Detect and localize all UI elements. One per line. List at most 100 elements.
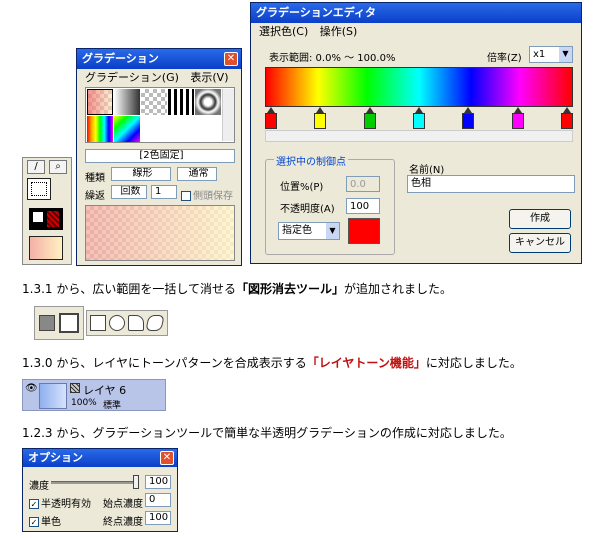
layer-name: レイヤ 6 [83,384,127,397]
gradation-window: グラデーション ✕ グラデーション(G) 表示(V) [2色固定] 種類 線形 … [76,48,242,266]
opacity-field[interactable]: 100 [346,198,380,214]
check-icon: ✓ [29,499,39,509]
horizontal-scrollbar[interactable] [265,130,573,142]
fixed-colors-field[interactable]: [2色固定] [85,149,235,163]
color-swatch-icon[interactable] [29,208,63,230]
layer-opacity: 100% [71,398,97,408]
preset-fade[interactable] [141,89,167,115]
preset-peach[interactable] [87,89,113,115]
color-stop-marker[interactable] [314,107,327,129]
color-stop-marker[interactable] [363,107,376,129]
end-density-field[interactable]: 100 [145,511,171,525]
option-window: オプション ✕ 濃度 100 ✓ 半透明有効 始点濃度 0 ✓ 単色 終点濃度 10… [22,448,178,532]
density-field[interactable]: 100 [145,475,171,489]
shape-buttons [86,310,168,336]
layer-mode: 標準 [103,401,122,411]
menu-operation[interactable]: 操作(S) [320,25,358,38]
repeat-label: 繰返 [85,191,105,202]
density-slider[interactable] [51,475,139,489]
semi-transparent-checkbox[interactable]: ✓ 半透明有効 [29,495,91,510]
semi-label: 半透明有効 [41,499,91,510]
preset-spectrum[interactable] [114,116,140,142]
gradient-preview [85,205,235,261]
slider-handle[interactable] [133,475,139,489]
gradation-window-title: グラデーション [77,49,241,69]
shape-erase-toolbar [34,306,168,340]
color-mode-select[interactable]: 指定色 ▼ [278,222,340,240]
preset-rainbow[interactable] [87,116,113,142]
editor-title: グラデーションエディタ [251,3,581,23]
start-density-field[interactable]: 0 [145,493,171,507]
repeat-count-field[interactable]: 1 [151,185,177,199]
note-1-text: 1.3.1 から、広い範囲を一括して消せる [22,282,236,296]
name-field[interactable]: 色相 [407,175,575,193]
preset-stripes[interactable] [168,89,194,115]
freeform-shape-icon[interactable] [128,315,144,331]
cancel-button[interactable]: キャンセル [509,233,571,253]
note-line-1: 1.3.1 から、広い範囲を一括して消せる「図形消去ツール」が追加されました。 [22,280,452,297]
erase-tool-group [34,306,84,340]
close-icon[interactable]: ✕ [160,451,174,465]
single-label: 単色 [41,517,61,528]
color-stop-marker[interactable] [413,107,425,129]
repeat-select[interactable]: 回数 [111,185,147,199]
color-stop-marker[interactable] [462,107,475,129]
rect-outline-icon[interactable] [59,313,79,333]
menu-selected-color[interactable]: 選択色(C) [259,25,308,38]
start-density-label: 始点濃度 [103,499,143,510]
zoom-value: x1 [533,49,546,60]
zoom-select[interactable]: x1 ▼ [529,46,573,63]
opacity-label: 不透明度(A) [280,204,335,215]
position-field[interactable]: 0.0 [346,176,380,192]
density-label: 濃度 [29,481,49,492]
note-2-highlight: 「レイヤトーン機能」 [306,356,426,370]
type-select[interactable]: 線形 [111,167,171,181]
menu-gradation[interactable]: グラデーション(G) [85,71,179,84]
gradation-menubar: グラデーション(G) 表示(V) [77,69,241,85]
rect-shape-icon[interactable] [90,315,106,331]
single-color-checkbox[interactable]: ✓ 単色 [29,513,61,528]
note-line-2: 1.3.0 から、レイヤにトーンパターンを合成表示する「レイヤトーン機能」に対応… [22,354,522,371]
preserve-check-icon [181,191,191,201]
preset-gray[interactable] [114,89,140,115]
gradient-editor-window: グラデーションエディタ 選択色(C) 操作(S) 表示範囲: 0.0% ～ 10… [250,2,582,264]
note-2-tail: に対応しました。 [425,356,522,370]
preserve-label: 側頭保存 [193,191,233,202]
option-window-title: オプション [23,449,177,467]
color-mode-value: 指定色 [282,225,312,236]
color-stop-marker[interactable] [265,107,277,129]
eye-icon[interactable]: 👁 [25,383,38,395]
tone-icon [70,383,80,393]
scrollbar[interactable] [222,89,234,141]
type-label: 種類 [85,173,105,184]
rect-fill-icon[interactable] [39,315,55,331]
chevron-down-icon: ▼ [559,47,572,62]
color-stop-marker[interactable] [561,107,573,129]
note-line-3: 1.2.3 から、グラデーションツールで簡単な半透明グラデーションの作成に対応し… [22,426,512,440]
zoom-label: 倍率(Z) [487,53,522,64]
name-label: 名前(N) [409,165,445,176]
selected-color-swatch[interactable] [348,218,380,244]
note-1-bold: 「図形消去ツール」 [236,282,345,296]
layer-thumbnail [39,383,67,409]
preset-grid [85,87,235,143]
preserve-checkbox[interactable]: 側頭保存 [181,187,233,202]
menu-view[interactable]: 表示(V) [190,71,228,84]
range-label: 表示範囲: 0.0% ～ 100.0% [269,53,396,64]
close-icon[interactable]: ✕ [224,52,238,66]
color-stop-marker[interactable] [511,107,524,129]
lasso-shape-icon[interactable] [145,315,165,331]
create-button[interactable]: 作成 [509,209,571,229]
gradient-tool-icon[interactable] [29,236,63,260]
preset-radial[interactable] [195,89,221,115]
note-2-text: 1.3.0 から、レイヤにトーンパターンを合成表示する [22,356,307,370]
tone-tool-icon[interactable] [27,178,51,200]
layer-row[interactable]: 👁 レイヤ 6 100% 標準 [22,379,166,411]
zoom-tool-icon[interactable]: ⌕ [49,160,67,174]
rainbow-gradient-bar[interactable] [265,67,573,107]
circle-shape-icon[interactable] [109,315,125,331]
control-point-group: 選択中の制御点 位置%(P) 0.0 不透明度(A) 100 指定色 ▼ [265,153,395,255]
tool-strip: / ⌕ [22,157,72,265]
pen-tool-icon[interactable]: / [27,160,45,174]
mode-select[interactable]: 通常 [177,167,217,181]
